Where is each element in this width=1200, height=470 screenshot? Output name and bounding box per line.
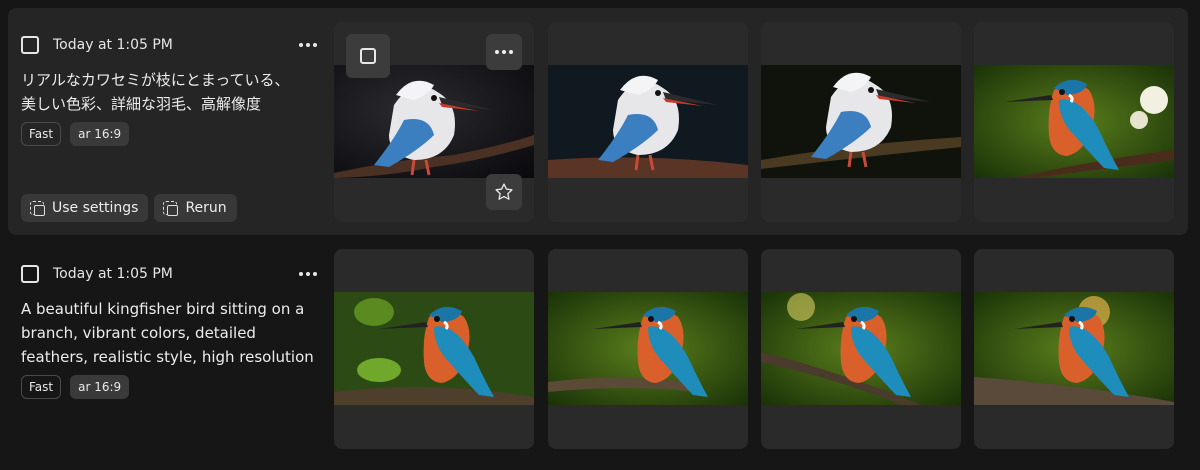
- more-options-icon[interactable]: [295, 34, 321, 56]
- image-card[interactable]: [548, 249, 748, 449]
- more-horizontal-icon[interactable]: [486, 34, 522, 70]
- generated-image[interactable]: [334, 292, 534, 405]
- star-icon[interactable]: [486, 174, 522, 210]
- use-settings-label: Use settings: [52, 200, 139, 216]
- generation-row-1: Today at 1:05 PM リアルなカワセミが枝にとまっている、 美しい色…: [0, 0, 1200, 245]
- generated-image[interactable]: [334, 65, 534, 178]
- tag-aspect-ratio: ar 16:9: [70, 122, 130, 146]
- row-select-checkbox[interactable]: [21, 36, 39, 54]
- generated-image[interactable]: [974, 65, 1174, 178]
- rerun-icon: [163, 201, 179, 216]
- timestamp: Today at 1:05 PM: [53, 266, 173, 282]
- generated-image[interactable]: [974, 292, 1174, 405]
- tag-aspect-ratio: ar 16:9: [70, 375, 130, 399]
- generation-meta: Today at 1:05 PM リアルなカワセミが枝にとまっている、 美しい色…: [21, 34, 321, 146]
- image-card[interactable]: [548, 22, 748, 222]
- image-card[interactable]: [974, 249, 1174, 449]
- square-checkbox-icon[interactable]: [346, 34, 390, 78]
- prompt-text: リアルなカワセミが枝にとまっている、 美しい色彩、詳細な羽毛、高解像度: [21, 71, 290, 113]
- image-card[interactable]: [761, 22, 961, 222]
- generation-row-2: Today at 1:05 PM A beautiful kingfisher …: [0, 245, 1200, 470]
- image-card[interactable]: [974, 22, 1174, 222]
- more-options-icon[interactable]: [295, 263, 321, 285]
- generated-image[interactable]: [761, 292, 961, 405]
- row-select-checkbox[interactable]: [21, 265, 39, 283]
- image-card[interactable]: [334, 22, 534, 222]
- tag-speed: Fast: [21, 122, 62, 146]
- tag-speed: Fast: [21, 375, 62, 399]
- image-card[interactable]: [334, 249, 534, 449]
- image-card[interactable]: [761, 249, 961, 449]
- generated-image[interactable]: [548, 292, 748, 405]
- use-settings-button[interactable]: Use settings: [21, 194, 149, 222]
- generated-image[interactable]: [761, 65, 961, 178]
- use-settings-icon: [30, 201, 45, 216]
- timestamp: Today at 1:05 PM: [53, 37, 173, 53]
- rerun-label: Rerun: [185, 200, 227, 216]
- generated-image[interactable]: [548, 65, 748, 178]
- prompt-text: A beautiful kingfisher bird sitting on a…: [21, 300, 314, 366]
- generation-meta: Today at 1:05 PM A beautiful kingfisher …: [21, 263, 321, 399]
- rerun-button[interactable]: Rerun: [154, 194, 237, 222]
